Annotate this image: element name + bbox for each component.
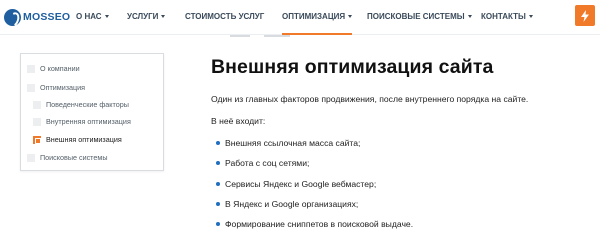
chevron-down-icon xyxy=(467,15,472,18)
nav-item-about[interactable]: О НАС xyxy=(76,12,109,21)
nav-item-label: КОНТАКТЫ xyxy=(481,12,526,21)
bullet-square-icon xyxy=(33,135,41,144)
sidebar-item-label: Поведенческие факторы xyxy=(46,100,129,109)
sidebar-item-external-optimization[interactable]: Внешняя оптимизация xyxy=(33,135,122,144)
list-item: Сервисы Яндекс и Google вебмастер; xyxy=(216,179,376,189)
sidebar-item-optimization[interactable]: Оптимизация xyxy=(27,83,85,92)
sidebar-item-internal-optimization[interactable]: Внутренняя оптимизация xyxy=(33,117,131,126)
sidebar-item-about[interactable]: О компании xyxy=(27,64,80,73)
list-item: В Яндекс и Google организациях; xyxy=(216,199,358,209)
sidebar-item-label: Поисковые системы xyxy=(40,153,108,162)
chevron-down-icon xyxy=(104,15,109,18)
sidebar-item-label: Оптимизация xyxy=(40,83,86,92)
bullet-square-icon xyxy=(27,83,35,92)
nav-item-pricing[interactable]: СТОИМОСТЬ УСЛУГ xyxy=(185,12,264,21)
nav-item-search-engines[interactable]: ПОИСКОВЫЕ СИСТЕМЫ xyxy=(367,12,472,21)
nav-item-label: СТОИМОСТЬ УСЛУГ xyxy=(185,12,265,21)
includes-label: В неё входит: xyxy=(211,116,266,126)
bullet-square-icon xyxy=(33,117,41,126)
sidebar-menu: О компании Оптимизация Поведенческие фак… xyxy=(20,53,164,171)
nav-item-services[interactable]: УСЛУГИ xyxy=(127,12,166,21)
list-item: Внешняя ссылочная масса сайта; xyxy=(216,138,360,148)
chevron-down-icon xyxy=(528,15,533,18)
list-item: Работа с соц сетями; xyxy=(216,158,309,168)
chevron-down-icon xyxy=(348,15,353,18)
bullet-square-icon xyxy=(27,153,35,162)
sidebar-item-label: Внутренняя оптимизация xyxy=(46,117,131,126)
site-logo[interactable]: MOSSEO xyxy=(4,6,70,28)
logo-icon xyxy=(4,8,21,26)
lightning-icon xyxy=(581,9,589,22)
nav-item-label: УСЛУГИ xyxy=(127,12,159,21)
nav-item-contacts[interactable]: КОНТАКТЫ xyxy=(481,12,533,21)
intro-paragraph: Один из главных факторов продвижения, по… xyxy=(211,94,529,104)
list-item: Формирование сниппетов в поисковой выдач… xyxy=(216,219,413,229)
sidebar-item-behavioral-factors[interactable]: Поведенческие факторы xyxy=(33,100,129,109)
nav-item-label: ПОИСКОВЫЕ СИСТЕМЫ xyxy=(367,12,465,21)
page-title: Внешняя оптимизация сайта xyxy=(211,56,494,78)
sidebar-item-label: Внешняя оптимизация xyxy=(46,135,122,144)
site-header: MOSSEO О НАС УСЛУГИ СТОИМОСТЬ УСЛУГ ОПТИ… xyxy=(0,0,600,35)
chevron-down-icon xyxy=(161,15,166,18)
nav-item-optimization[interactable]: ОПТИМИЗАЦИЯ xyxy=(282,12,353,35)
sidebar-item-search-engines[interactable]: Поисковые системы xyxy=(27,153,108,162)
logo-text: MOSSEO xyxy=(23,11,71,23)
bullet-square-icon xyxy=(27,64,35,73)
nav-item-label: О НАС xyxy=(76,12,102,21)
bullet-square-icon xyxy=(33,100,41,109)
nav-item-label: ОПТИМИЗАЦИЯ xyxy=(282,12,346,21)
sidebar-item-label: О компании xyxy=(40,64,80,73)
callback-button[interactable] xyxy=(575,5,595,26)
tab-strip xyxy=(230,35,298,39)
